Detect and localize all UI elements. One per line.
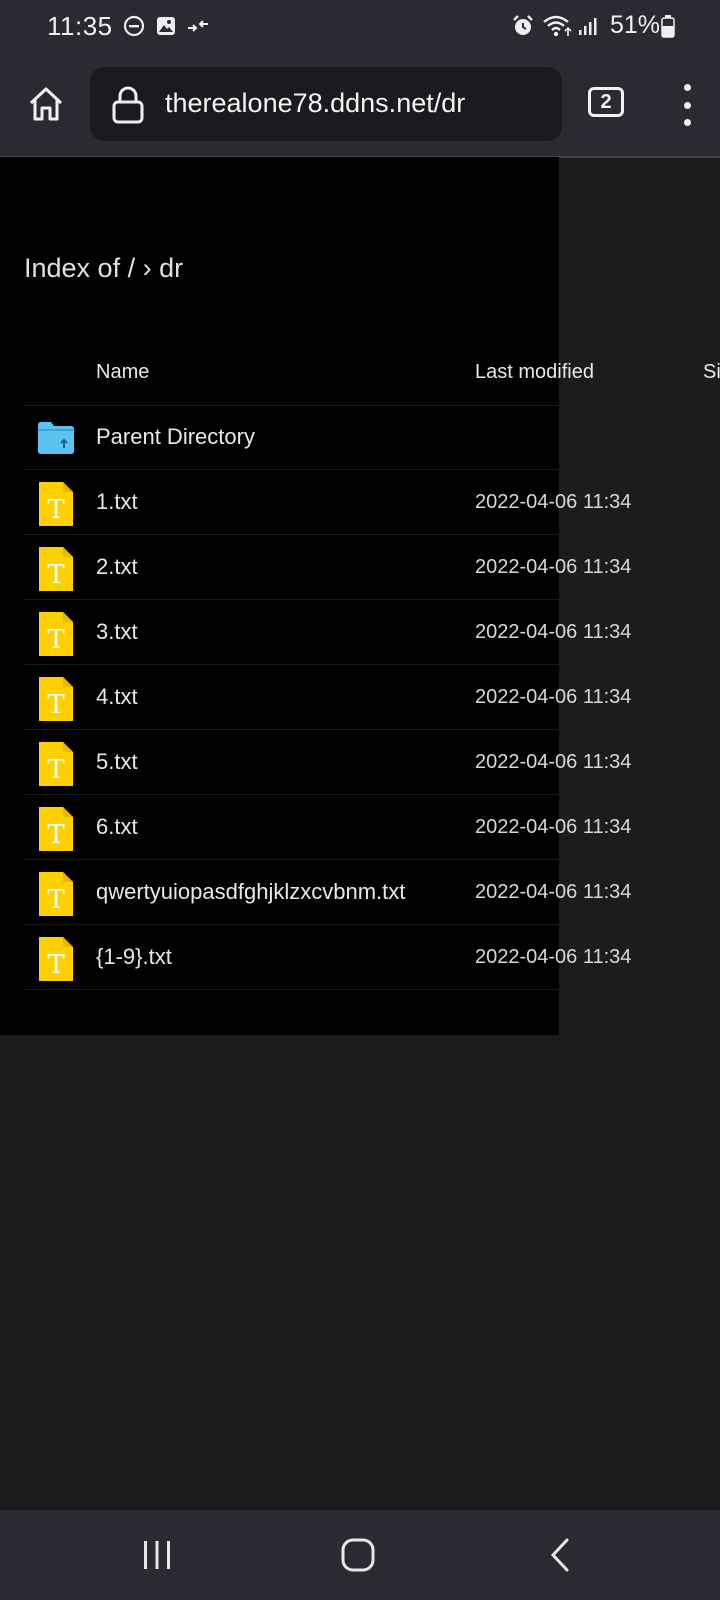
back-button[interactable] [536,1532,586,1578]
do-not-disturb-icon [122,14,146,38]
text-file-icon: T [39,677,73,721]
svg-text:T: T [47,625,65,655]
image-icon [154,14,178,38]
row-divider [24,469,720,470]
file-name-link[interactable]: {1-9}.txt [96,944,172,970]
text-file-icon: T [39,547,73,591]
menu-dot [683,84,691,91]
svg-text:T: T [47,885,65,915]
file-name-link[interactable]: 1.txt [96,489,138,515]
table-row[interactable]: T 5.txt 2022-04-06 11:34 [24,731,720,795]
menu-dot [683,119,691,126]
text-file-icon: T [39,807,73,851]
table-row[interactable]: Tqwertyuiopasdfghjklzxcvbnm.txt 2022-04-0… [24,861,720,925]
row-divider [24,664,720,665]
row-divider [24,729,720,730]
recent-apps-icon [144,1541,170,1569]
alarm-icon [510,14,536,38]
file-name-link[interactable]: 3.txt [96,619,138,645]
file-last-modified: 2022-04-06 11:34 [475,946,632,968]
row-divider [24,794,720,795]
svg-text:T: T [47,690,65,720]
row-divider [24,534,720,535]
overflow-menu-button[interactable] [675,84,699,126]
table-row[interactable]: T 6.txt 2022-04-06 11:34 [24,796,720,860]
directory-listing-page: Index of / › dr Name Last modified Si Pa… [0,157,720,1035]
data-transfer-icon [185,14,211,38]
svg-text:T: T [47,950,65,980]
home-button[interactable] [22,80,70,128]
file-last-modified: 2022-04-06 11:34 [475,556,632,578]
file-name-link[interactable]: qwertyuiopasdfghjklzxcvbnm.txt [96,879,405,905]
signal-icon [577,14,599,38]
table-row[interactable]: Parent Directory [24,406,720,470]
wifi-icon [542,14,574,38]
file-name-link[interactable]: 4.txt [96,684,138,710]
status-time: 11:35 [47,11,113,41]
row-divider [24,599,720,600]
svg-text:T: T [47,560,65,590]
status-bar: 11:35 51% [0,0,720,54]
battery-icon [660,14,676,38]
browser-toolbar: therealone78.ddns.net/dr 2 [0,54,720,158]
file-last-modified: 2022-04-06 11:34 [475,751,632,773]
system-nav-bar [0,1510,720,1600]
back-icon [550,1538,569,1572]
file-last-modified: 2022-04-06 11:34 [475,881,632,903]
text-file-icon: T [39,742,73,786]
battery-percent: 51% [609,11,660,39]
tab-switcher-button[interactable]: 2 [588,87,624,117]
column-header-name[interactable]: Name [96,361,149,384]
menu-dot [683,101,691,109]
address-bar[interactable]: therealone78.ddns.net/dr [90,67,562,141]
column-header-last-modified[interactable]: Last modified [475,361,594,384]
file-name-link[interactable]: 2.txt [96,554,138,580]
folder-up-icon [38,422,74,454]
text-file-icon: T [39,937,73,981]
row-divider [24,989,720,990]
svg-text:T: T [47,755,65,785]
table-row[interactable]: T 3.txt 2022-04-06 11:34 [24,601,720,665]
file-name-link[interactable]: 5.txt [96,749,138,775]
text-file-icon: T [39,482,73,526]
url-text[interactable]: therealone78.ddns.net/dr [165,88,465,119]
table-row[interactable]: T {1-9}.txt 2022-04-06 11:34 [24,926,720,990]
home-nav-icon [341,1538,375,1572]
column-header-size[interactable]: Si [703,361,720,384]
file-last-modified: 2022-04-06 11:34 [475,686,632,708]
row-divider [24,924,720,925]
table-row[interactable]: T 1.txt 2022-04-06 11:34 [24,471,720,535]
lock-icon [112,86,144,124]
file-last-modified: 2022-04-06 11:34 [475,816,632,838]
text-file-icon: T [39,872,73,916]
svg-text:T: T [47,820,65,850]
home-icon [29,87,63,121]
file-last-modified: 2022-04-06 11:34 [475,621,632,643]
page-title: Index of / › dr [24,253,184,283]
table-row[interactable]: T 4.txt 2022-04-06 11:34 [24,666,720,730]
file-name-link[interactable]: Parent Directory [96,424,255,450]
file-name-link[interactable]: 6.txt [96,814,138,840]
table-row[interactable]: T 2.txt 2022-04-06 11:34 [24,536,720,600]
recent-apps-button[interactable] [132,1532,182,1578]
svg-text:T: T [47,495,65,525]
file-last-modified: 2022-04-06 11:34 [475,491,632,513]
row-divider [24,859,720,860]
text-file-icon: T [39,612,73,656]
home-nav-button[interactable] [333,1532,383,1578]
